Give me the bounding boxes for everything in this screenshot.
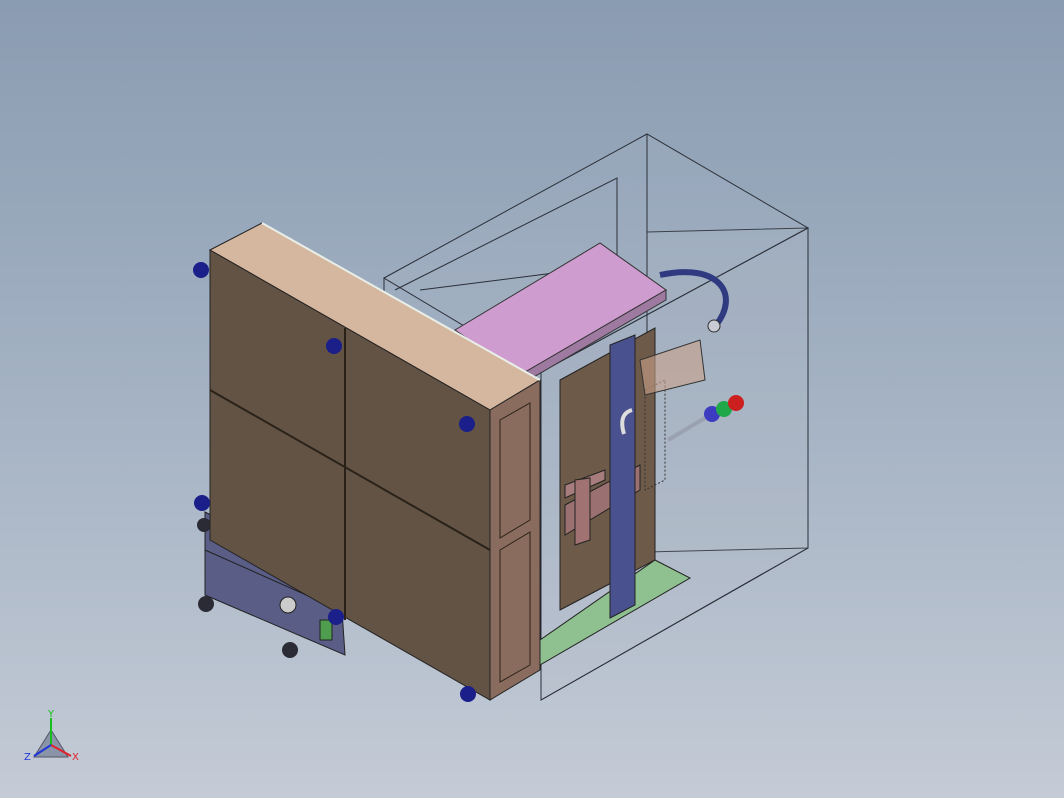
caster-wheel-icon	[197, 518, 211, 532]
leveling-foot-icon	[194, 495, 210, 511]
leveling-foot-icon	[328, 609, 344, 625]
leveling-foot-icon	[193, 262, 209, 278]
y-axis-label: Y	[47, 709, 55, 720]
leveling-foot-icon	[460, 686, 476, 702]
caster-wheel-icon	[282, 642, 298, 658]
cart-knob-icon	[279, 596, 297, 614]
cart-terminal-icon	[319, 619, 333, 641]
assembly-model[interactable]: Y X Z	[0, 0, 1064, 798]
door-panel-right-frame	[489, 379, 541, 701]
axis-triad: Y X Z	[24, 709, 79, 763]
z-axis-label: Z	[24, 752, 31, 763]
blue-column	[609, 334, 636, 619]
cable-connector-icon	[707, 319, 721, 333]
inner-vertical-beam	[574, 477, 591, 546]
caster-wheel-icon	[198, 596, 214, 612]
leveling-foot-icon	[459, 416, 475, 432]
cad-viewport[interactable]: Y X Z	[0, 0, 1064, 798]
x-axis-label: X	[72, 752, 79, 763]
signal-light-red	[728, 395, 744, 411]
leveling-foot-icon	[326, 338, 342, 354]
